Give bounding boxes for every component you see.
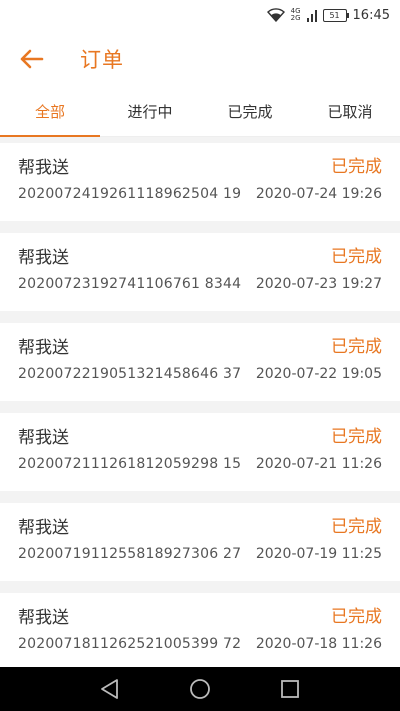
order-time: 2020-07-22 19:05	[255, 366, 382, 382]
order-status: 已完成	[331, 517, 382, 537]
battery-icon: 51	[322, 8, 349, 22]
nav-back-button[interactable]	[98, 678, 122, 700]
order-type: 帮我送	[18, 428, 69, 448]
signal-icon	[306, 8, 317, 22]
order-number: 2020071811262521005399 72	[18, 636, 242, 652]
order-type: 帮我送	[18, 248, 69, 268]
nav-home-button[interactable]	[188, 678, 212, 700]
back-button[interactable]	[18, 46, 46, 72]
page-title: 订单	[80, 48, 124, 72]
order-card[interactable]: 帮我送 已完成 20200723192741106761 8344 2020-0…	[0, 233, 400, 311]
square-recents-icon	[281, 680, 299, 698]
status-indicators: 4G 2G 51 16:45	[266, 5, 390, 25]
network-bottom-label: 2G	[290, 14, 301, 22]
status-bar: 4G 2G 51 16:45	[0, 0, 400, 30]
status-time: 16:45	[352, 7, 390, 23]
battery-level: 51	[329, 10, 340, 20]
tab-completed[interactable]: 已完成	[200, 90, 300, 136]
order-status: 已完成	[331, 427, 382, 447]
tab-all[interactable]: 全部	[0, 90, 100, 137]
order-status: 已完成	[331, 337, 382, 357]
wifi-icon	[266, 8, 285, 22]
order-time: 2020-07-18 11:26	[255, 636, 382, 652]
back-arrow-icon	[20, 49, 44, 69]
order-number: 2020071911255818927306 27	[18, 546, 242, 562]
order-type: 帮我送	[18, 338, 69, 358]
tab-in-progress[interactable]: 进行中	[100, 90, 200, 136]
order-number: 2020072419261118962504 19	[18, 186, 242, 202]
order-type: 帮我送	[18, 158, 69, 178]
order-time: 2020-07-23 19:27	[255, 276, 382, 292]
circle-home-icon	[190, 679, 210, 699]
order-card[interactable]: 帮我送 已完成 2020071811262521005399 72 2020-0…	[0, 593, 400, 667]
app-header: 订单	[0, 30, 400, 88]
order-card[interactable]: 帮我送 已完成 2020072111261812059298 15 2020-0…	[0, 413, 400, 491]
order-tabs: 全部 进行中 已完成 已取消	[0, 90, 400, 137]
order-time: 2020-07-19 11:25	[255, 546, 382, 562]
system-nav-bar	[0, 667, 400, 711]
order-list[interactable]: 帮我送 已完成 2020072419261118962504 19 2020-0…	[0, 137, 400, 667]
tab-cancelled[interactable]: 已取消	[300, 90, 400, 136]
order-status: 已完成	[331, 157, 382, 177]
order-card[interactable]: 帮我送 已完成 2020072419261118962504 19 2020-0…	[0, 143, 400, 221]
order-card[interactable]: 帮我送 已完成 2020072219051321458646 37 2020-0…	[0, 323, 400, 401]
order-number: 2020072219051321458646 37	[18, 366, 242, 382]
order-card[interactable]: 帮我送 已完成 2020071911255818927306 27 2020-0…	[0, 503, 400, 581]
order-status: 已完成	[331, 247, 382, 267]
order-type: 帮我送	[18, 518, 69, 538]
order-time: 2020-07-21 11:26	[255, 456, 382, 472]
network-type-label: 4G 2G	[291, 8, 301, 22]
order-time: 2020-07-24 19:26	[255, 186, 382, 202]
order-type: 帮我送	[18, 608, 69, 628]
order-status: 已完成	[331, 607, 382, 627]
triangle-back-icon	[101, 679, 118, 699]
nav-recents-button[interactable]	[278, 678, 302, 700]
order-number: 20200723192741106761 8344	[18, 276, 242, 292]
order-number: 2020072111261812059298 15	[18, 456, 242, 472]
